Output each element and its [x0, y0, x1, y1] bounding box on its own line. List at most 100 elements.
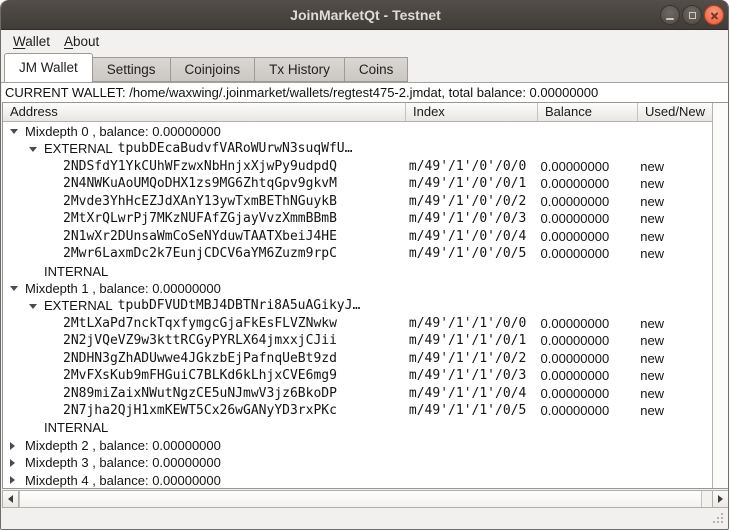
tree-row[interactable]: 2NDSfdY1YkCUhWFzwxNbHnjxXjwPy9udpdQm/49'…	[3, 158, 712, 175]
current-wallet-banner: CURRENT WALLET: /home/waxwing/.joinmarke…	[2, 83, 729, 102]
expand-icon[interactable]	[7, 472, 25, 488]
address-cell: 2MtLXaPd7nckTqxfymgcGjaFkEsFLVZNwkw	[3, 315, 405, 332]
tab-jm-wallet[interactable]: JM Wallet	[4, 53, 93, 82]
address-label: 2NDHN3gZhADUwwe4JGkzbEjPafnqUeBt9zd	[63, 350, 337, 367]
tree-row[interactable]: 2MtLXaPd7nckTqxfymgcGjaFkEsFLVZNwkwm/49'…	[3, 315, 712, 332]
balance-cell: 0.00000000	[537, 193, 637, 210]
balance-cell	[537, 419, 637, 436]
column-header-used-new[interactable]: Used/New	[638, 103, 712, 121]
collapse-icon[interactable]	[26, 140, 44, 157]
tree-row[interactable]: Mixdepth 1 , balance: 0.00000000	[3, 280, 712, 297]
maximize-button[interactable]	[682, 5, 702, 25]
xpub-label: tpubDEcaBudvfVARoWUrwN3suqWfU…	[118, 140, 353, 157]
balance-cell: 0.00000000	[537, 367, 637, 384]
scroll-left-icon	[8, 495, 13, 503]
column-header-index[interactable]: Index	[406, 103, 538, 121]
tree-row[interactable]: Mixdepth 3 , balance: 0.00000000	[3, 454, 712, 471]
tab-coinjoins[interactable]: Coinjoins	[170, 57, 256, 82]
address-cell: 2N4NWKuAoUMQoDHX1zs9MG6ZhtqGpv9gkvM	[3, 175, 405, 192]
balance-cell	[537, 263, 637, 280]
tree-row[interactable]: Mixdepth 2 , balance: 0.00000000	[3, 437, 712, 454]
used-new-cell	[636, 472, 712, 488]
tree-row[interactable]: INTERNAL	[3, 419, 712, 436]
tab-settings[interactable]: Settings	[92, 57, 171, 82]
index-cell	[405, 280, 537, 297]
tree-row[interactable]: 2MtXrQLwrPj7MKzNUFAfZGjayVvzXmmBBmBm/49'…	[3, 210, 712, 227]
tree-row[interactable]: Mixdepth 0 , balance: 0.00000000	[3, 123, 712, 140]
indent-spacer	[45, 175, 63, 192]
maximize-icon	[689, 12, 696, 19]
address-cell: 2MvFXsKub9mFHGuiC7BLKd6kLhjxCVE6mg9	[3, 367, 405, 384]
used-new-cell	[636, 454, 712, 471]
horizontal-scroll-thumb[interactable]	[19, 491, 702, 507]
vertical-scrollbar[interactable]	[712, 103, 728, 488]
column-header-balance[interactable]: Balance	[538, 103, 638, 121]
address-cell: Mixdepth 0 , balance: 0.00000000	[3, 123, 405, 140]
close-button[interactable]	[704, 5, 724, 25]
tree-row[interactable]: 2NDHN3gZhADUwwe4JGkzbEjPafnqUeBt9zd m/49'…	[3, 350, 712, 367]
tree-row[interactable]: 2N2jVQeVZ9w3kttRCGyPYRLX64jmxxjCJiim/49'…	[3, 332, 712, 349]
tree-item-label: INTERNAL	[44, 419, 108, 436]
horizontal-scrollbar[interactable]	[2, 490, 729, 508]
menu-item-about[interactable]: About	[57, 32, 106, 51]
used-new-cell	[636, 280, 712, 297]
address-cell: EXTERNALtpubDEcaBudvfVARoWUrwN3suqWfU…	[3, 140, 405, 157]
balance-cell: 0.00000000	[537, 210, 637, 227]
address-cell: 2Mvde3YhHcEZJdXAnY13ywTxmBEThNGuykB	[3, 193, 405, 210]
tree-row[interactable]: 2MvFXsKub9mFHGuiC7BLKd6kLhjxCVE6mg9m/49'…	[3, 367, 712, 384]
balance-cell: 0.00000000	[537, 402, 637, 419]
address-cell: 2N1wXr2DUnsaWmCoSeNYduwTAATXbeiJ4HE	[3, 228, 405, 245]
index-cell	[405, 140, 537, 157]
tree-row[interactable]: 2Mwr6LaxmDc2k7EunjCDCV6aYM6Zuzm9rpCm/49'…	[3, 245, 712, 262]
indent-spacer	[45, 193, 63, 210]
used-new-cell: new	[636, 315, 712, 332]
address-cell: Mixdepth 3 , balance: 0.00000000	[3, 454, 405, 471]
address-label: 2MvFXsKub9mFHGuiC7BLKd6kLhjxCVE6mg9	[63, 367, 337, 384]
balance-cell	[537, 297, 637, 314]
tree-row[interactable]: EXTERNALtpubDEcaBudvfVARoWUrwN3suqWfU…	[3, 140, 712, 157]
tree-item-label: Mixdepth 2 , balance: 0.00000000	[25, 437, 221, 454]
index-cell: m/49'/1'/0'/0/0	[405, 158, 537, 175]
index-cell: m/49'/1'/0'/0/4	[405, 228, 537, 245]
indent-spacer	[45, 245, 63, 262]
tree-row[interactable]: 2N1wXr2DUnsaWmCoSeNYduwTAATXbeiJ4HEm/49'…	[3, 228, 712, 245]
collapse-icon[interactable]	[7, 280, 25, 297]
index-cell: m/49'/1'/0'/0/1	[405, 175, 537, 192]
tree-row[interactable]: EXTERNALtpubDFVUDtMBJ4DBTNri8A5uAGikyJ…	[3, 297, 712, 314]
used-new-cell	[636, 263, 712, 280]
tree-row[interactable]: 2N89miZaixNWutNgzCE5uNJmwV3jz6BkoDPm/49'…	[3, 385, 712, 402]
expand-icon[interactable]	[7, 454, 25, 471]
column-header-address[interactable]: Address	[3, 103, 406, 121]
tree-row[interactable]: Mixdepth 4 , balance: 0.00000000	[3, 472, 712, 488]
resize-grip[interactable]	[711, 513, 723, 525]
collapse-icon[interactable]	[26, 297, 44, 314]
indent-spacer	[45, 350, 63, 367]
tree-row[interactable]: 2Mvde3YhHcEZJdXAnY13ywTxmBEThNGuykBm/49'…	[3, 193, 712, 210]
address-cell: 2MtXrQLwrPj7MKzNUFAfZGjayVvzXmmBBmB	[3, 210, 405, 227]
indent-spacer	[45, 367, 63, 384]
expand-icon[interactable]	[7, 437, 25, 454]
index-cell: m/49'/1'/1'/0/5	[405, 402, 537, 419]
tab-coins[interactable]: Coins	[344, 57, 409, 82]
indent-spacer	[45, 158, 63, 175]
balance-cell: 0.00000000	[537, 385, 637, 402]
used-new-cell: new	[636, 350, 712, 367]
index-cell: m/49'/1'/1'/0/2	[405, 350, 537, 367]
used-new-cell: new	[636, 228, 712, 245]
minimize-button[interactable]	[660, 5, 680, 25]
xpub-label: tpubDFVUDtMBJ4DBTNri8A5uAGikyJ…	[118, 297, 361, 314]
balance-cell: 0.00000000	[537, 158, 637, 175]
tree-row[interactable]: INTERNAL	[3, 263, 712, 280]
balance-cell: 0.00000000	[537, 228, 637, 245]
balance-cell: 0.00000000	[537, 350, 637, 367]
tab-tx-history[interactable]: Tx History	[254, 57, 345, 82]
collapse-icon[interactable]	[7, 123, 25, 140]
scroll-left-button[interactable]	[3, 491, 19, 507]
used-new-cell: new	[636, 210, 712, 227]
scroll-right-button[interactable]	[712, 491, 728, 507]
menu-item-wallet[interactable]: Wallet	[6, 32, 57, 51]
index-cell	[405, 297, 537, 314]
tree-row[interactable]: 2N4NWKuAoUMQoDHX1zs9MG6ZhtqGpv9gkvMm/49'…	[3, 175, 712, 192]
tree-row[interactable]: 2N7jha2QjH1xmKEWT5Cx26wGANyYD3rxPKcm/49'…	[3, 402, 712, 419]
indent-spacer	[45, 228, 63, 245]
